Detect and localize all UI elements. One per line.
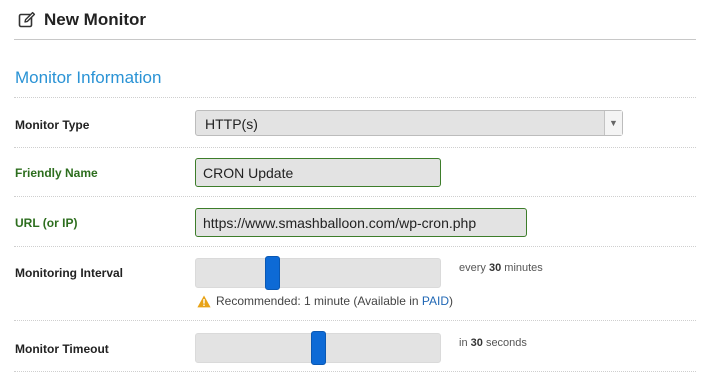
recommendation-close: ) xyxy=(449,294,454,308)
monitor-timeout-slider-handle[interactable] xyxy=(311,331,326,365)
interval-hint-suffix: minutes xyxy=(504,262,543,274)
row-divider xyxy=(14,246,696,247)
monitoring-interval-slider[interactable] xyxy=(195,256,441,290)
warning-icon xyxy=(197,295,211,307)
timeout-hint-suffix: seconds xyxy=(485,337,527,349)
section-title: Monitor Information xyxy=(15,68,162,87)
row-divider xyxy=(14,371,696,372)
monitor-timeout-hint: in 30 seconds xyxy=(459,337,527,349)
paid-link[interactable]: PAID xyxy=(422,294,449,308)
recommendation-text: Recommended: 1 minute (Available in xyxy=(216,294,419,308)
monitor-timeout-slider[interactable] xyxy=(195,331,441,365)
monitor-type-value: HTTP(s) xyxy=(205,116,258,132)
monitoring-interval-label: Monitoring Interval xyxy=(15,266,123,280)
monitoring-interval-hint: every 30 minutes xyxy=(459,262,543,274)
monitor-type-select[interactable]: HTTP(s) ▼ xyxy=(195,110,623,136)
friendly-name-label: Friendly Name xyxy=(15,166,98,180)
monitoring-interval-slider-handle[interactable] xyxy=(265,256,280,290)
monitor-type-label: Monitor Type xyxy=(15,118,90,132)
monitor-timeout-label: Monitor Timeout xyxy=(15,342,109,356)
row-divider xyxy=(14,196,696,197)
friendly-name-input[interactable] xyxy=(195,158,441,187)
page-title: New Monitor xyxy=(44,10,146,29)
timeout-hint-prefix: in xyxy=(459,337,468,349)
interval-hint-prefix: every xyxy=(459,262,486,274)
new-monitor-page: New Monitor Monitor Information Monitor … xyxy=(0,0,710,376)
url-label: URL (or IP) xyxy=(15,216,78,230)
url-input[interactable] xyxy=(195,208,527,237)
row-divider xyxy=(14,97,696,98)
timeout-hint-value: 30 xyxy=(470,337,483,349)
edit-icon xyxy=(18,11,36,28)
page-header: New Monitor xyxy=(18,8,146,32)
header-divider xyxy=(14,39,696,40)
chevron-down-icon[interactable]: ▼ xyxy=(604,111,622,135)
row-divider xyxy=(14,320,696,321)
interval-recommendation: Recommended: 1 minute (Available in PAID… xyxy=(197,294,453,308)
row-divider xyxy=(14,147,696,148)
interval-hint-value: 30 xyxy=(488,262,502,274)
